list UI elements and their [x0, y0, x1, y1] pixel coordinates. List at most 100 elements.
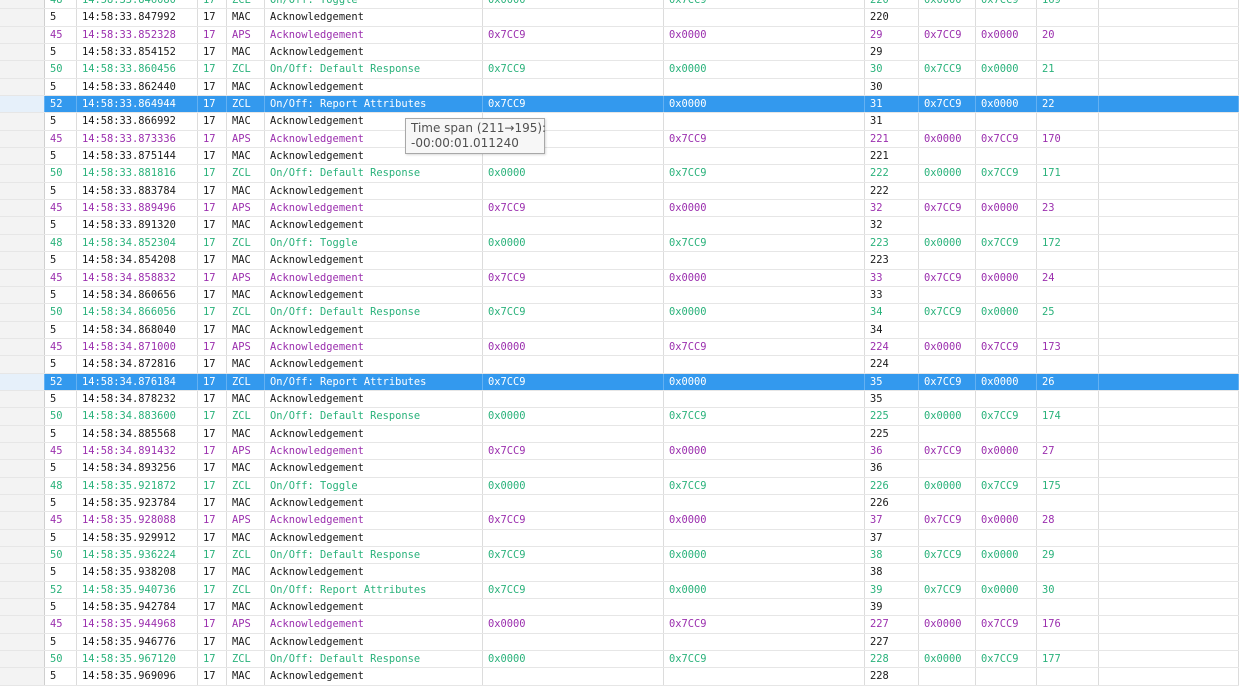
table-row[interactable]: 5 14:58:34.885568 17 MAC Acknowledgement 225 [0, 425, 1239, 443]
table-row[interactable]: 45 14:58:33.889496 17 APS Acknowledgement 0x7… [0, 200, 1239, 218]
table-row[interactable]: 45 14:58:34.871000 17 APS Acknowledgement 0x0… [0, 338, 1239, 357]
row-header[interactable] [0, 356, 45, 373]
table-row[interactable]: 45 14:58:34.891432 17 APS Acknowledgement 0x7… [0, 442, 1239, 461]
table-row[interactable]: 5 14:58:34.854208 17 MAC Acknowledgement 223 [0, 252, 1239, 270]
row-header[interactable] [0, 338, 45, 356]
table-row[interactable]: 5 14:58:35.942784 17 MAC Acknowledgement 39 [0, 599, 1239, 617]
row-header[interactable] [0, 494, 45, 512]
table-row[interactable]: 5 14:58:34.868040 17 MAC Acknowledgement 34 [0, 321, 1239, 339]
row-header[interactable] [0, 460, 45, 477]
table-row[interactable]: 50 14:58:33.860456 17 ZCL On/Off: Default Re… [0, 61, 1239, 79]
table-row[interactable]: 45 14:58:33.852328 17 APS Acknowledgement 0x7… [0, 26, 1239, 45]
table-row[interactable]: 45 14:58:35.944968 17 APS Acknowledgement 0x0… [0, 616, 1239, 634]
cell-sequence: 227 [865, 616, 919, 633]
row-header[interactable] [0, 633, 45, 651]
table-row[interactable]: 50 14:58:33.881816 17 ZCL On/Off: Default Re… [0, 165, 1239, 183]
row-header[interactable] [0, 26, 45, 44]
row-header[interactable] [0, 373, 45, 390]
table-row[interactable]: 48 14:58:34.852304 17 ZCL On/Off: Toggle 0x00… [0, 234, 1239, 253]
row-header[interactable] [0, 564, 45, 581]
table-row[interactable]: 52 14:58:35.940736 17 ZCL On/Off: Report Att… [0, 581, 1239, 600]
row-header[interactable] [0, 269, 45, 286]
row-header[interactable] [0, 477, 45, 494]
row-header[interactable] [0, 252, 45, 269]
cell-protocol: APS [227, 616, 265, 633]
row-header[interactable] [0, 0, 45, 9]
cell-sequence: 29 [865, 26, 919, 44]
row-header[interactable] [0, 547, 45, 564]
table-row[interactable]: 45 14:58:35.928088 17 APS Acknowledgement 0x7… [0, 512, 1239, 530]
table-row[interactable]: 45 14:58:34.858832 17 APS Acknowledgement 0x7… [0, 269, 1239, 287]
cell-channel: 17 [198, 547, 227, 564]
cell-nwk-src [919, 148, 976, 165]
table-row[interactable]: 5 14:58:35.938208 17 MAC Acknowledgement 38 [0, 564, 1239, 582]
row-header[interactable] [0, 182, 45, 200]
table-row[interactable]: 5 14:58:35.946776 17 MAC Acknowledgement 227 [0, 633, 1239, 652]
row-header[interactable] [0, 78, 45, 96]
row-header[interactable] [0, 408, 45, 425]
table-row[interactable]: 5 14:58:35.923784 17 MAC Acknowledgement 226 [0, 494, 1239, 513]
row-header[interactable] [0, 148, 45, 165]
row-header[interactable] [0, 390, 45, 408]
row-header[interactable] [0, 165, 45, 182]
row-header[interactable] [0, 61, 45, 78]
cell-dst-address [664, 460, 865, 477]
row-header[interactable] [0, 616, 45, 633]
table-row[interactable]: 5 14:58:34.893256 17 MAC Acknowledgement 36 [0, 460, 1239, 478]
row-header[interactable] [0, 234, 45, 252]
table-row[interactable]: 5 14:58:34.872816 17 MAC Acknowledgement 224 [0, 356, 1239, 374]
table-row[interactable]: 45 14:58:33.873336 17 APS Acknowledgement 0x7… [0, 130, 1239, 149]
table-row[interactable]: 48 14:58:35.921872 17 ZCL On/Off: Toggle 0x00… [0, 477, 1239, 495]
row-header[interactable] [0, 529, 45, 546]
cell-packet-length: 50 [45, 408, 77, 425]
table-row[interactable]: 5 14:58:33.875144 17 MAC Acknowledgement 221 [0, 148, 1239, 166]
cell-extra [1099, 390, 1239, 408]
table-row[interactable]: 5 14:58:34.878232 17 MAC Acknowledgement 35 [0, 390, 1239, 409]
table-row[interactable]: 5 14:58:34.860656 17 MAC Acknowledgement 33 [0, 286, 1239, 305]
table-row[interactable]: 5 14:58:33.854152 17 MAC Acknowledgement 29 [0, 44, 1239, 62]
table-row-selected[interactable]: 52 14:58:34.876184 17 ZCL On/Off: Report Att… [0, 373, 1239, 391]
row-header[interactable] [0, 130, 45, 148]
table-row[interactable]: 5 14:58:35.969096 17 MAC Acknowledgement 228 [0, 668, 1239, 686]
packet-list-table[interactable]: 48 14:58:33.846080 17 ZCL On/Off: Toggle 0x00… [0, 0, 1239, 686]
table-row[interactable]: 5 14:58:33.891320 17 MAC Acknowledgement 32 [0, 217, 1239, 235]
cell-nwk-src [919, 564, 976, 581]
table-row[interactable]: 5 14:58:33.883784 17 MAC Acknowledgement 222 [0, 182, 1239, 201]
cell-extra [1099, 9, 1239, 26]
row-header[interactable] [0, 304, 45, 321]
row-header[interactable] [0, 217, 45, 234]
table-row[interactable]: 48 14:58:33.846080 17 ZCL On/Off: Toggle 0x00… [0, 0, 1239, 10]
row-header[interactable] [0, 96, 45, 113]
row-header[interactable] [0, 44, 45, 61]
cell-packet-length: 50 [45, 61, 77, 78]
cell-nwk-dst [976, 78, 1037, 96]
row-header[interactable] [0, 200, 45, 217]
row-header[interactable] [0, 9, 45, 26]
table-row-selected[interactable]: 52 14:58:33.864944 17 ZCL On/Off: Report Att… [0, 96, 1239, 114]
cell-protocol: MAC [227, 44, 265, 61]
table-row[interactable]: 50 14:58:35.936224 17 ZCL On/Off: Default Re… [0, 547, 1239, 565]
table-row[interactable]: 5 14:58:35.929912 17 MAC Acknowledgement 37 [0, 529, 1239, 547]
table-row[interactable]: 5 14:58:33.866992 17 MAC Acknowledgement 31 [0, 113, 1239, 131]
cell-dst-address [664, 9, 865, 26]
cell-nwk-src: 0x0000 [919, 616, 976, 633]
table-row[interactable]: 50 14:58:34.866056 17 ZCL On/Off: Default Re… [0, 304, 1239, 322]
cell-protocol: ZCL [227, 581, 265, 599]
row-header[interactable] [0, 286, 45, 304]
row-header[interactable] [0, 113, 45, 130]
row-header[interactable] [0, 512, 45, 529]
row-header[interactable] [0, 651, 45, 668]
cell-nwk-dst: 0x0000 [976, 200, 1037, 217]
table-row[interactable]: 50 14:58:34.883600 17 ZCL On/Off: Default Re… [0, 408, 1239, 426]
row-header[interactable] [0, 581, 45, 599]
cell-nwk-dst: 0x7CC9 [976, 234, 1037, 252]
row-header[interactable] [0, 425, 45, 442]
cell-packet-length: 50 [45, 165, 77, 182]
row-header[interactable] [0, 321, 45, 338]
table-row[interactable]: 5 14:58:33.862440 17 MAC Acknowledgement 30 [0, 78, 1239, 97]
table-row[interactable]: 5 14:58:33.847992 17 MAC Acknowledgement 220 [0, 9, 1239, 27]
cell-extra [1099, 148, 1239, 165]
table-row[interactable]: 50 14:58:35.967120 17 ZCL On/Off: Default Re… [0, 651, 1239, 669]
row-header[interactable] [0, 442, 45, 460]
row-header[interactable] [0, 599, 45, 616]
